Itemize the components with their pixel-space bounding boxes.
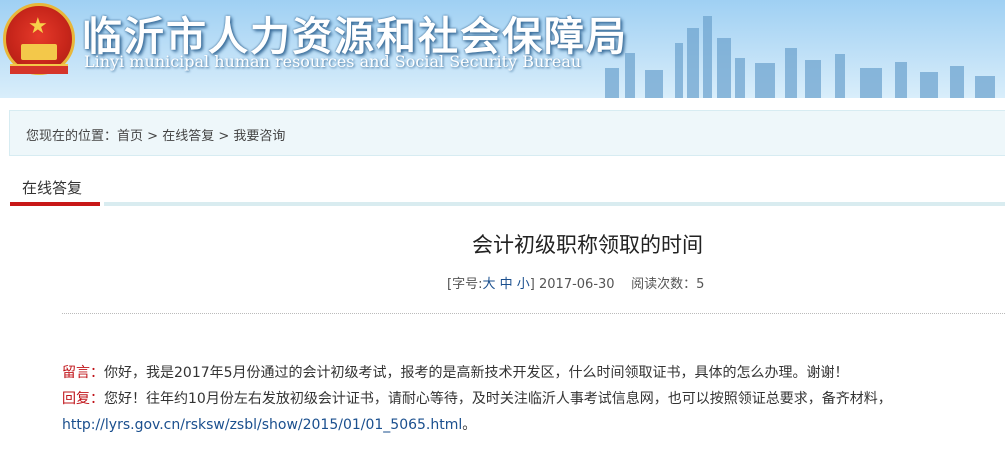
read-count: 5 bbox=[696, 277, 705, 292]
reply-line: 回复：您好！往年约10月份左右发放初级会计证书，请耐心等待，及时关注临沂人事考试… bbox=[62, 388, 892, 408]
dotted-divider bbox=[62, 313, 1005, 314]
breadcrumb-prefix: 您现在的位置： bbox=[26, 129, 118, 144]
reply-label: 回复 bbox=[62, 391, 90, 407]
reply-colon: ： bbox=[90, 391, 104, 407]
font-size-medium-link[interactable]: 中 bbox=[500, 277, 513, 292]
site-subtitle: Linyi municipal human resources and Soci… bbox=[84, 52, 582, 71]
breadcrumb-consult-link[interactable]: 我要咨询 bbox=[233, 129, 285, 144]
breadcrumb: 您现在的位置：首页 > 在线答复 > 我要咨询 bbox=[26, 125, 285, 144]
breadcrumb-home-link[interactable]: 首页 bbox=[117, 129, 143, 144]
ribbon-icon bbox=[10, 64, 68, 74]
breadcrumb-online-reply-link[interactable]: 在线答复 bbox=[162, 129, 214, 144]
national-emblem-icon: ★ bbox=[3, 3, 75, 75]
tab-online-reply[interactable]: 在线答复 bbox=[22, 177, 82, 198]
message-line: 留言：你好，我是2017年5月份通过的会计初级考试，报考的是高新技术开发区，什么… bbox=[62, 362, 849, 382]
font-size-large-link[interactable]: 大 bbox=[482, 277, 495, 292]
city-skyline-image bbox=[585, 0, 1005, 98]
breadcrumb-separator: > bbox=[218, 129, 230, 144]
reply-link[interactable]: http://lyrs.gov.cn/rsksw/zsbl/show/2015/… bbox=[62, 417, 462, 433]
reply-text: 您好！往年约10月份左右发放初级会计证书，请耐心等待，及时关注临沂人事考试信息网… bbox=[104, 391, 892, 407]
breadcrumb-separator: > bbox=[147, 129, 159, 144]
message-colon: ： bbox=[90, 365, 104, 381]
reply-end: 。 bbox=[462, 417, 477, 433]
site-header: ★ 临沂市人力资源和社会保障局 Linyi municipal human re… bbox=[0, 0, 1005, 98]
message-text: 你好，我是2017年5月份通过的会计初级考试，报考的是高新技术开发区，什么时间领… bbox=[104, 365, 849, 381]
article-meta: [字号:大 中 小] 2017-06-30 阅读次数：5 bbox=[447, 273, 704, 292]
font-size-label: [字号: bbox=[447, 277, 483, 292]
message-label: 留言 bbox=[62, 365, 90, 381]
article-title: 会计初级职称领取的时间 bbox=[472, 233, 703, 257]
breadcrumb-bar: 您现在的位置：首页 > 在线答复 > 我要咨询 bbox=[9, 110, 1005, 156]
article-date: 2017-06-30 bbox=[539, 277, 615, 292]
font-size-small-link[interactable]: 小 bbox=[517, 277, 530, 292]
gate-icon bbox=[21, 44, 57, 60]
tab-active-indicator bbox=[10, 202, 100, 206]
star-icon: ★ bbox=[28, 14, 48, 39]
read-count-label: 阅读次数： bbox=[631, 277, 697, 292]
reply-link-line: http://lyrs.gov.cn/rsksw/zsbl/show/2015/… bbox=[62, 414, 476, 434]
font-size-close: ] bbox=[529, 277, 535, 292]
tab-divider bbox=[104, 202, 1005, 206]
